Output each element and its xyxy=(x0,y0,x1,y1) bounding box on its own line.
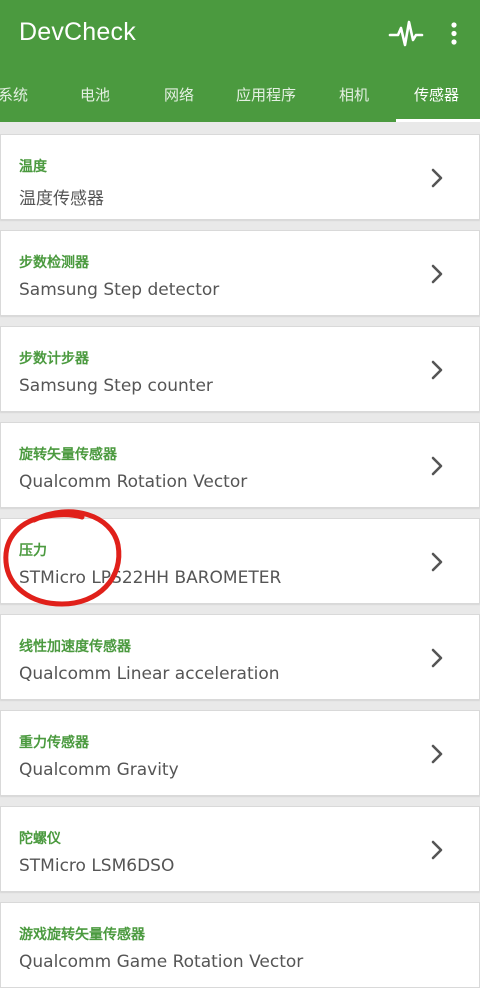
sensor-subtitle: Samsung Step detector xyxy=(19,280,220,300)
sensor-title: 旋转矢量传感器 xyxy=(19,447,117,463)
sensor-subtitle: Qualcomm Linear acceleration xyxy=(19,664,280,684)
sensor-subtitle: 温度传感器 xyxy=(19,189,104,209)
active-tab-indicator xyxy=(396,119,480,122)
tab-sensors[interactable]: 传感器 xyxy=(414,84,459,105)
chevron-right-icon xyxy=(431,552,443,572)
more-vert-icon[interactable] xyxy=(442,18,466,50)
sensor-item-step-detector[interactable]: 步数检测器 Samsung Step detector xyxy=(0,230,480,316)
sensor-item-pressure[interactable]: 压力 STMicro LPS22HH BAROMETER xyxy=(0,518,480,604)
tab-network[interactable]: 网络 xyxy=(164,84,194,105)
sensor-title: 温度 xyxy=(19,159,47,175)
sensor-subtitle: Samsung Step counter xyxy=(19,376,213,396)
tab-apps[interactable]: 应用程序 xyxy=(236,84,296,105)
chevron-right-icon xyxy=(431,264,443,284)
sensor-title: 线性加速度传感器 xyxy=(19,639,131,655)
tab-bar: 系统 电池 网络 应用程序 相机 传感器 xyxy=(0,76,480,122)
sensor-title: 重力传感器 xyxy=(19,735,89,751)
pulse-icon[interactable] xyxy=(388,18,424,50)
chevron-right-icon xyxy=(431,744,443,764)
chevron-right-icon xyxy=(431,360,443,380)
sensor-title: 步数检测器 xyxy=(19,255,89,271)
sensor-item-step-counter[interactable]: 步数计步器 Samsung Step counter xyxy=(0,326,480,412)
sensor-subtitle: Qualcomm Rotation Vector xyxy=(19,472,248,492)
sensor-item-game-rotation-vector[interactable]: 游戏旋转矢量传感器 Qualcomm Game Rotation Vector xyxy=(0,902,480,988)
sensor-item-temperature[interactable]: 温度 温度传感器 xyxy=(0,134,480,220)
chevron-right-icon xyxy=(431,168,443,188)
sensor-item-linear-acceleration[interactable]: 线性加速度传感器 Qualcomm Linear acceleration xyxy=(0,614,480,700)
sensor-item-gyroscope[interactable]: 陀螺仪 STMicro LSM6DSO xyxy=(0,806,480,892)
sensor-title: 游戏旋转矢量传感器 xyxy=(19,927,145,943)
sensor-subtitle: STMicro LPS22HH BAROMETER xyxy=(19,568,282,588)
tab-battery[interactable]: 电池 xyxy=(80,84,110,105)
sensor-subtitle: Qualcomm Game Rotation Vector xyxy=(19,952,304,972)
sensor-item-gravity[interactable]: 重力传感器 Qualcomm Gravity xyxy=(0,710,480,796)
app-title: DevCheck xyxy=(19,18,136,46)
chevron-right-icon xyxy=(431,648,443,668)
tab-camera[interactable]: 相机 xyxy=(339,84,369,105)
sensor-item-rotation-vector[interactable]: 旋转矢量传感器 Qualcomm Rotation Vector xyxy=(0,422,480,508)
sensor-title: 步数计步器 xyxy=(19,351,89,367)
sensor-subtitle: STMicro LSM6DSO xyxy=(19,856,175,876)
chevron-right-icon xyxy=(431,456,443,476)
sensor-title: 陀螺仪 xyxy=(19,831,61,847)
sensor-title: 压力 xyxy=(19,543,47,559)
chevron-right-icon xyxy=(431,840,443,860)
app-bar: DevCheck 系统 电池 网络 应用程序 相机 传感器 xyxy=(0,0,480,122)
tab-system[interactable]: 系统 xyxy=(0,84,28,105)
sensor-subtitle: Qualcomm Gravity xyxy=(19,760,179,780)
